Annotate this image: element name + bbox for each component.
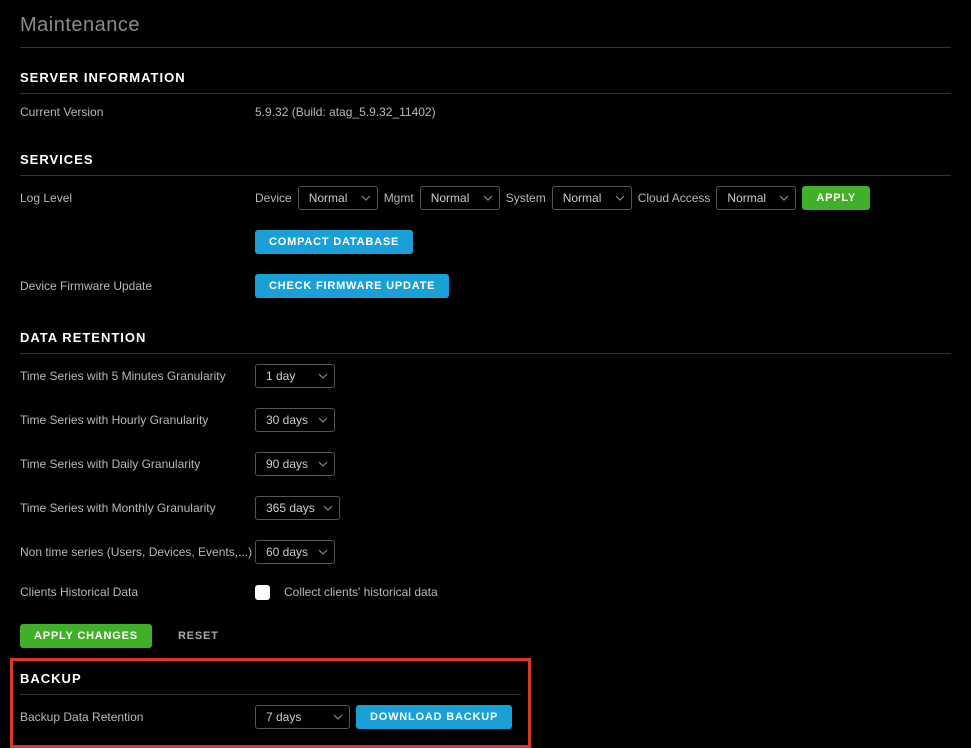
check-firmware-update-button[interactable]: CHECK FIRMWARE UPDATE [255,274,449,298]
mgmt-select[interactable]: Normal [420,186,500,210]
non-time-series-select[interactable]: 60 days [255,540,335,564]
ts-5min-label: Time Series with 5 Minutes Granularity [20,369,255,383]
chevron-down-icon [318,415,328,425]
compact-database-button[interactable]: COMPACT DATABASE [255,230,413,254]
reset-button[interactable]: RESET [164,624,233,648]
ts-monthly-label: Time Series with Monthly Granularity [20,501,255,515]
section-data-retention: DATA RETENTION [20,308,951,354]
system-select[interactable]: Normal [552,186,632,210]
cloud-access-select-value: Normal [727,191,766,205]
row-current-version: Current Version 5.9.32 (Build: atag_5.9.… [20,94,951,130]
device-select-value: Normal [309,191,348,205]
data-retention-actions: APPLY CHANGES RESET [20,610,951,658]
clients-historical-label: Clients Historical Data [20,585,255,599]
apply-changes-button[interactable]: APPLY CHANGES [20,624,152,648]
row-log-level: Log Level Device Normal Mgmt Normal Syst… [20,176,951,220]
non-time-series-value: 60 days [266,545,308,559]
row-ts-daily: Time Series with Daily Granularity 90 da… [20,442,951,486]
system-select-value: Normal [563,191,602,205]
ts-monthly-value: 365 days [266,501,315,515]
row-non-time-series: Non time series (Users, Devices, Events,… [20,530,951,574]
row-clients-historical: Clients Historical Data Collect clients'… [20,574,951,610]
chevron-down-icon [333,712,343,722]
ts-monthly-select[interactable]: 365 days [255,496,340,520]
ts-5min-value: 1 day [266,369,295,383]
ts-daily-value: 90 days [266,457,308,471]
chevron-down-icon [483,193,493,203]
page-title: Maintenance [20,0,951,48]
section-backup: BACKUP [20,661,521,695]
ts-hourly-value: 30 days [266,413,308,427]
row-ts-monthly: Time Series with Monthly Granularity 365… [20,486,951,530]
current-version-label: Current Version [20,105,255,119]
section-server-information: SERVER INFORMATION [20,48,951,94]
ts-daily-label: Time Series with Daily Granularity [20,457,255,471]
backup-data-retention-label: Backup Data Retention [20,710,255,724]
ts-hourly-select[interactable]: 30 days [255,408,335,432]
device-select[interactable]: Normal [298,186,378,210]
cloud-access-select[interactable]: Normal [716,186,796,210]
cloud-access-label: Cloud Access [638,191,711,205]
non-time-series-label: Non time series (Users, Devices, Events,… [20,545,255,559]
row-backup-data-retention: Backup Data Retention 7 days DOWNLOAD BA… [20,695,521,739]
chevron-down-icon [318,459,328,469]
chevron-down-icon [323,503,333,513]
clients-historical-checkbox-label: Collect clients' historical data [284,585,438,599]
system-label: System [506,191,546,205]
row-ts-5min: Time Series with 5 Minutes Granularity 1… [20,354,951,398]
download-backup-button[interactable]: DOWNLOAD BACKUP [356,705,512,729]
ts-hourly-label: Time Series with Hourly Granularity [20,413,255,427]
chevron-down-icon [318,371,328,381]
device-label: Device [255,191,292,205]
chevron-down-icon [615,193,625,203]
row-ts-hourly: Time Series with Hourly Granularity 30 d… [20,398,951,442]
firmware-update-label: Device Firmware Update [20,279,255,293]
mgmt-select-value: Normal [431,191,470,205]
row-compact-database: COMPACT DATABASE [20,220,951,264]
clients-historical-checkbox[interactable] [255,585,270,600]
ts-daily-select[interactable]: 90 days [255,452,335,476]
chevron-down-icon [361,193,371,203]
backup-data-retention-select[interactable]: 7 days [255,705,350,729]
current-version-value: 5.9.32 (Build: atag_5.9.32_11402) [255,105,436,119]
chevron-down-icon [318,547,328,557]
backup-data-retention-value: 7 days [266,710,301,724]
chevron-down-icon [779,193,789,203]
ts-5min-select[interactable]: 1 day [255,364,335,388]
backup-highlight: BACKUP Backup Data Retention 7 days DOWN… [10,658,531,748]
row-firmware-update: Device Firmware Update CHECK FIRMWARE UP… [20,264,951,308]
log-level-label: Log Level [20,191,255,205]
section-services: SERVICES [20,130,951,176]
mgmt-label: Mgmt [384,191,414,205]
apply-button[interactable]: APPLY [802,186,870,210]
